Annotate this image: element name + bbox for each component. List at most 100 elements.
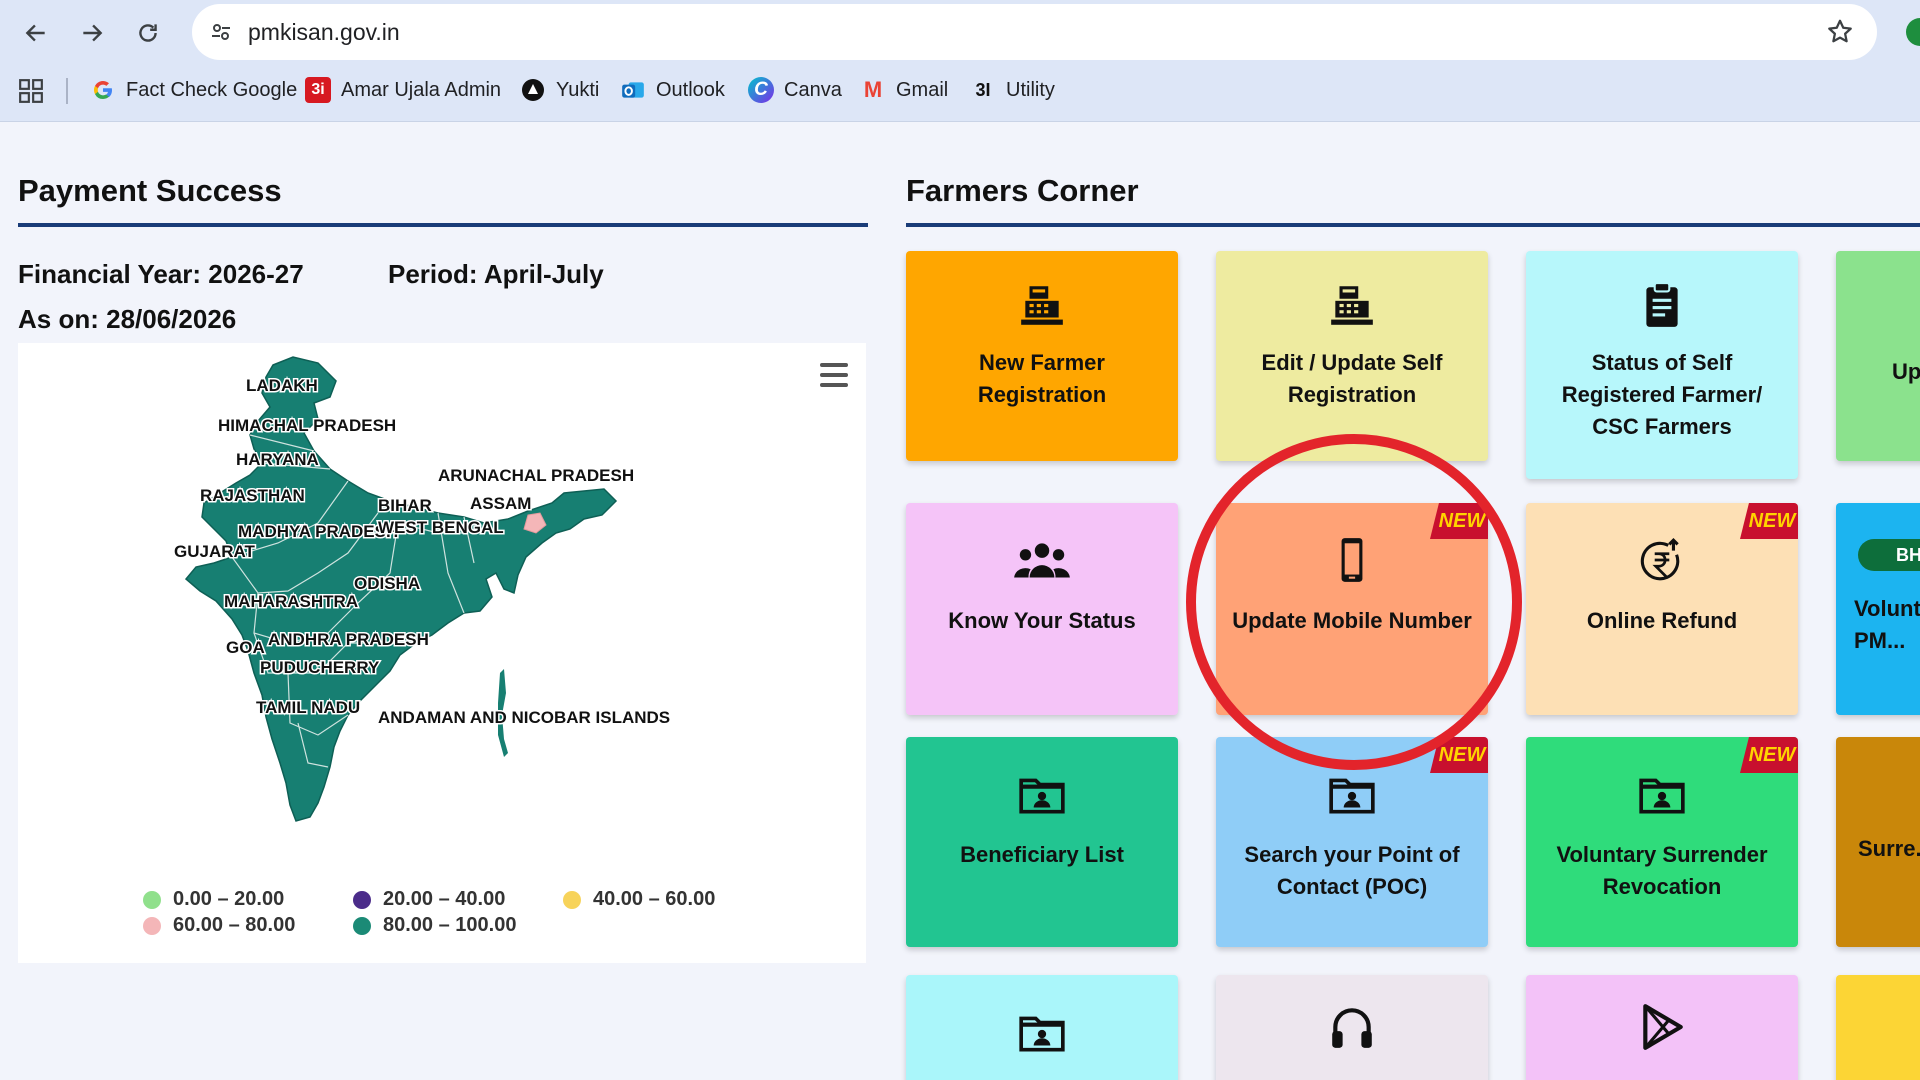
india-map-chart: LADAKH HIMACHAL PRADESH HARYANA RAJASTHA… (18, 343, 866, 963)
back-button[interactable] (16, 13, 56, 53)
period: Period: April-July (388, 259, 604, 289)
folder-user-icon (1017, 1005, 1067, 1061)
tile-label: Search your Point of Contact (POC) (1244, 842, 1460, 899)
new-badge: NEW (1740, 737, 1798, 773)
bookmark-label: Outlook (656, 78, 725, 101)
map-label-arunachal-pradesh: ARUNACHAL PRADESH (438, 466, 634, 485)
tile-row4-play-store[interactable] (1526, 975, 1798, 1080)
play-store-icon (1637, 999, 1687, 1055)
tile-label: Volunt... PM... (1854, 596, 1920, 653)
tile-label: Voluntary Surrender Revocation (1556, 842, 1768, 899)
legend-item-80-100[interactable]: 80.00 – 100.00 (353, 914, 516, 937)
legend-label: 60.00 – 80.00 (173, 914, 296, 936)
legend-dot (143, 916, 161, 935)
legend-dot (143, 890, 161, 909)
tile-row4-partial[interactable] (1836, 975, 1920, 1080)
bookmark-label: Amar Ujala Admin (341, 78, 502, 101)
tile-label: New Farmer Registration (977, 350, 1107, 407)
arrow-left-icon (25, 24, 45, 42)
bookmark-yukti[interactable]: Yukti (520, 74, 599, 106)
map-label-himachal-pradesh: HIMACHAL PRADESH (218, 416, 396, 435)
tile-label: Up... (1892, 359, 1920, 384)
extension-icon[interactable] (1906, 18, 1920, 46)
map-label-west-bengal: WEST BENGAL (378, 518, 504, 537)
tile-label: Surre... (1858, 836, 1920, 861)
map-label-puducherry: PUDUCHERRY (260, 658, 380, 677)
bookmark-amar-ujala-admin[interactable]: 3i Amar Ujala Admin (305, 74, 501, 106)
tile-voluntary-surrender-revocation[interactable]: NEW Voluntary Surrender Revocation (1526, 737, 1798, 947)
legend-item-20-40[interactable]: 20.00 – 40.00 (353, 888, 505, 911)
map-label-goa: GOA (226, 638, 265, 657)
new-badge: NEW (1430, 503, 1488, 539)
bookmark-gmail[interactable]: M Gmail (860, 74, 948, 106)
tile-partial-voluntary[interactable]: BH Volunt... PM... (1836, 503, 1920, 715)
new-badge: NEW (1740, 503, 1798, 539)
site-info-icon[interactable] (206, 17, 236, 47)
clipboard-icon (1637, 277, 1687, 333)
map-label-rajasthan: RAJASTHAN (200, 486, 305, 505)
bookmark-label: Gmail (896, 78, 949, 101)
partial-badge: BH (1858, 539, 1920, 571)
reload-button[interactable] (128, 13, 168, 53)
tile-label: Know Your Status (948, 608, 1136, 633)
url-text[interactable]: pmkisan.gov.in (248, 19, 400, 46)
tile-label: Online Refund (1586, 608, 1738, 633)
tile-row4-folder[interactable] (906, 975, 1178, 1080)
bookmark-label: Canva (784, 78, 842, 101)
tile-status-self-registered[interactable]: Status of Self Registered Farmer/ CSC Fa… (1526, 251, 1798, 479)
tile-label: Beneficiary List (960, 842, 1124, 867)
forward-button[interactable] (72, 13, 112, 53)
new-badge: NEW (1430, 737, 1488, 773)
tile-search-poc[interactable]: NEW Search your Point of Contact (POC) (1216, 737, 1488, 947)
legend-dot (353, 916, 371, 935)
bookmark-utility[interactable]: 3I Utility (970, 74, 1054, 106)
rupee-refund-icon (1637, 533, 1687, 589)
apps-grid-icon[interactable] (18, 78, 44, 104)
bookmark-outlook[interactable]: Outlook (620, 74, 725, 106)
bookmark-canva[interactable]: C Canva (748, 74, 842, 106)
bookmark-star-icon[interactable] (1825, 17, 1855, 47)
legend-item-0-20[interactable]: 0.00 – 20.00 (143, 888, 284, 911)
bookmark-fact-check-google[interactable]: Fact Check Google (90, 74, 297, 106)
legend-item-60-80[interactable]: 60.00 – 80.00 (143, 914, 295, 937)
browser-chrome: pmkisan.gov.in Fact Check Google 3i Amar… (0, 0, 1920, 122)
google-icon (90, 77, 116, 103)
map-label-maharashtra: MAHARASHTRA (224, 592, 358, 611)
map-label-tamil-nadu: TAMIL NADU (256, 698, 360, 717)
map-label-gujarat: GUJARAT (174, 542, 256, 561)
folder-user-icon (1637, 767, 1687, 823)
folder-user-icon (1327, 767, 1377, 823)
legend-label: 0.00 – 20.00 (173, 888, 285, 910)
tile-label: Edit / Update Self Registration (1261, 350, 1443, 407)
map-label-odisha: ODISHA (354, 574, 420, 593)
address-bar[interactable]: pmkisan.gov.in (192, 4, 1877, 60)
map-label-bihar: BIHAR (378, 496, 432, 515)
india-map-svg: LADAKH HIMACHAL PRADESH HARYANA RAJASTHA… (173, 356, 672, 822)
bookmark-label: Fact Check Google (126, 78, 298, 101)
tile-row4-helpline[interactable] (1216, 975, 1488, 1080)
register-icon (1017, 277, 1067, 333)
map-label-haryana: HARYANA (236, 450, 319, 469)
canva-icon: C (748, 77, 774, 103)
amar-ujala-icon: 3i (305, 77, 331, 103)
folder-user-icon (1017, 767, 1067, 823)
legend-dot (563, 890, 581, 909)
legend-label: 20.00 – 40.00 (383, 888, 506, 910)
tile-online-refund[interactable]: NEW Online Refund (1526, 503, 1798, 715)
legend-label: 40.00 – 60.00 (593, 888, 716, 910)
map-label-madhya-pradesh: MADHYA PRADESH (238, 522, 398, 541)
arrow-right-icon (83, 24, 103, 42)
farmers-corner-divider (906, 223, 1920, 227)
chart-menu-icon[interactable] (820, 363, 848, 387)
tile-new-farmer-registration[interactable]: New Farmer Registration (906, 251, 1178, 461)
legend-item-40-60[interactable]: 40.00 – 60.00 (563, 888, 715, 911)
tile-edit-update-self-registration[interactable]: Edit / Update Self Registration (1216, 251, 1488, 461)
tile-partial-surrender[interactable]: Surre... (1836, 737, 1920, 947)
tile-update-mobile-number[interactable]: NEW Update Mobile Number (1216, 503, 1488, 715)
tile-know-your-status[interactable]: Know Your Status (906, 503, 1178, 715)
tile-partial-update[interactable]: Up... (1836, 251, 1920, 461)
mobile-icon (1327, 533, 1377, 589)
tile-beneficiary-list[interactable]: Beneficiary List (906, 737, 1178, 947)
map-label-andaman-nicobar: ANDAMAN AND NICOBAR ISLANDS (378, 708, 670, 727)
legend-dot (353, 890, 371, 909)
